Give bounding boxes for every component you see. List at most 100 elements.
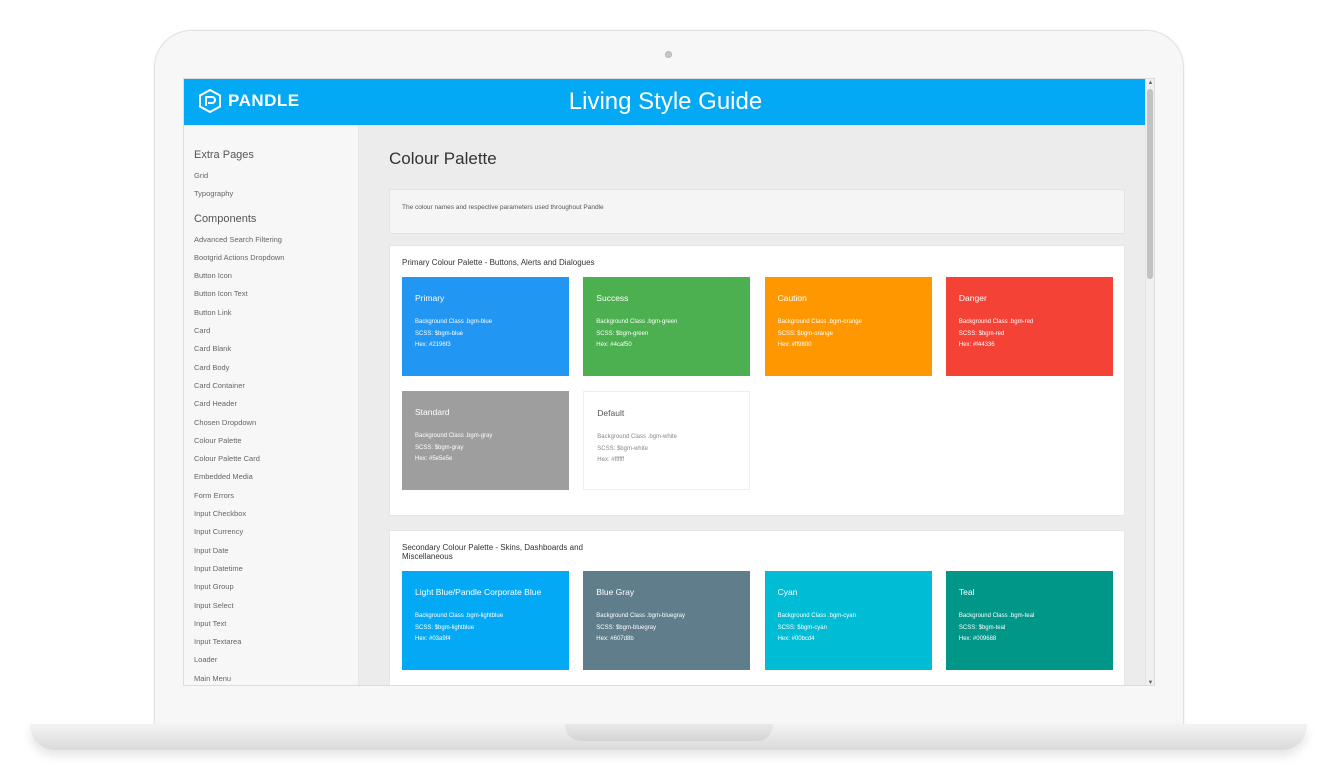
colour-swatch: Success Background Class .bgm-green SCSS: … xyxy=(583,277,751,376)
colour-swatch: Primary Background Class .bgm-blue SCSS: $… xyxy=(402,277,569,376)
primary-palette-card: Primary Colour Palette - Buttons, Alerts… xyxy=(389,245,1125,516)
sidebar-item-component[interactable]: Input Date xyxy=(194,546,358,564)
sidebar-item-component[interactable]: Button Link xyxy=(194,308,358,326)
swatch-scss: SCSS: $bgm-bluegray xyxy=(596,625,656,631)
swatch-hex: Hex: #2196f3 xyxy=(415,342,451,348)
swatch-hex: Hex: #4caf50 xyxy=(596,342,632,348)
swatch-hex: Hex: #009688 xyxy=(958,636,997,642)
sidebar-item-component[interactable]: Form Errors xyxy=(194,491,358,509)
swatch-hex: Hex: #ff9800 xyxy=(777,342,812,348)
primary-palette-title: Primary Colour Palette - Buttons, Alerts… xyxy=(402,258,595,267)
scrollbar[interactable]: ▲ ▼ xyxy=(1145,79,1154,685)
swatch-hex: Hex: #ffffff xyxy=(597,457,625,463)
scroll-down-arrow-icon[interactable]: ▼ xyxy=(1147,679,1154,685)
secondary-palette-card: Secondary Colour Palette - Skins, Dashbo… xyxy=(389,530,1125,686)
laptop-notch xyxy=(565,724,773,741)
swatch-scss: SCSS: $bgm-white xyxy=(597,446,648,452)
sidebar-item-component[interactable]: Loader xyxy=(194,655,358,673)
swatch-name: Standard xyxy=(415,407,450,417)
sidebar-item-component[interactable]: Card Container xyxy=(194,381,358,399)
intro-card: The colour names and respective paramete… xyxy=(389,189,1125,234)
sidebar-item-extra[interactable]: Grid xyxy=(194,171,358,189)
scroll-up-arrow-icon[interactable]: ▲ xyxy=(1147,79,1154,87)
swatch-name: Cyan xyxy=(777,587,798,597)
swatch-background-class: Background Class .bgm-green xyxy=(596,319,678,325)
colour-swatch: Blue Gray Background Class .bgm-bluegray S… xyxy=(583,571,751,670)
sidebar-item-component[interactable]: Button Icon Text xyxy=(194,289,358,307)
sidebar-heading-components: Components xyxy=(194,212,257,225)
swatch-scss: SCSS: $bgm-green xyxy=(596,331,649,337)
swatch-scss: SCSS: $bgm-blue xyxy=(415,331,464,337)
sidebar: Extra Pages Grid Typography Components Ad… xyxy=(184,125,359,685)
sidebar-item-component[interactable]: Input Currency xyxy=(194,527,358,545)
sidebar-item-component[interactable]: Input Select xyxy=(194,601,358,619)
swatch-background-class: Background Class .bgm-red xyxy=(958,319,1034,325)
swatch-background-class: Background Class .bgm-teal xyxy=(958,613,1035,619)
colour-swatch: Default Background Class .bgm-white SCSS: … xyxy=(583,391,751,490)
sidebar-item-component[interactable]: Card Header xyxy=(194,399,358,417)
screen: PANDLE Living Style Guide Extra Pages Gr… xyxy=(183,78,1155,686)
swatch-scss: SCSS: $bgm-lightblue xyxy=(415,625,475,631)
swatch-background-class: Background Class .bgm-blue xyxy=(415,319,493,325)
colour-swatch: Danger Background Class .bgm-red SCSS: $bg… xyxy=(945,277,1113,376)
intro-text: The colour names and respective paramete… xyxy=(402,204,604,211)
swatch-name: Blue Gray xyxy=(596,587,635,597)
sidebar-item-component[interactable]: Input Textarea xyxy=(194,637,358,655)
sidebar-item-component[interactable]: Button Icon xyxy=(194,271,358,289)
swatch-scss: SCSS: $bgm-orange xyxy=(777,331,833,337)
swatch-name: Caution xyxy=(777,293,807,303)
swatch-background-class: Background Class .bgm-bluegray xyxy=(596,613,686,619)
sidebar-item-component[interactable]: Main Menu xyxy=(194,674,358,685)
sidebar-item-extra[interactable]: Typography xyxy=(194,189,358,207)
sidebar-item-component[interactable]: Input Group xyxy=(194,582,358,600)
swatch-scss: SCSS: $bgm-cyan xyxy=(777,625,827,631)
sidebar-item-component[interactable]: Card Blank xyxy=(194,344,358,362)
swatch-name: Danger xyxy=(958,293,987,303)
swatch-hex: Hex: #f44336 xyxy=(958,342,995,348)
swatch-scss: SCSS: $bgm-red xyxy=(958,331,1005,337)
colour-swatch-partial xyxy=(765,685,932,686)
top-bar: PANDLE Living Style Guide xyxy=(184,79,1147,125)
swatch-name: Primary xyxy=(415,293,445,303)
colour-swatch: Caution Background Class .bgm-orange SCSS:… xyxy=(764,277,932,376)
swatch-background-class: Background Class .bgm-gray xyxy=(415,433,493,439)
sidebar-item-component[interactable]: Colour Palette Card xyxy=(194,454,358,472)
colour-swatch-partial xyxy=(583,685,750,686)
colour-swatch: Cyan Background Class .bgm-cyan SCSS: $bgm… xyxy=(764,571,932,670)
page-title: Colour Palette xyxy=(389,149,497,168)
sidebar-item-component[interactable]: Bootgrid Actions Dropdown xyxy=(194,253,358,271)
swatch-name: Teal xyxy=(958,587,975,597)
swatch-hex: Hex: #5e5e5e xyxy=(415,456,453,462)
swatch-scss: SCSS: $bgm-gray xyxy=(415,445,464,451)
swatch-background-class: Background Class .bgm-orange xyxy=(777,319,862,325)
page-header-title: Living Style Guide xyxy=(568,88,763,115)
sidebar-item-component[interactable]: Input Checkbox xyxy=(194,509,358,527)
sidebar-item-component[interactable]: Embedded Media xyxy=(194,472,358,490)
colour-swatch: Light Blue/Pandle Corporate Blue Backgrou… xyxy=(402,571,569,670)
sidebar-item-component[interactable]: Advanced Search Filtering xyxy=(194,235,358,253)
sidebar-heading-extra-pages: Extra Pages xyxy=(194,149,254,161)
swatch-background-class: Background Class .bgm-white xyxy=(597,434,677,440)
sidebar-item-component[interactable]: Input Datetime xyxy=(194,564,358,582)
swatch-background-class: Background Class .bgm-lightblue xyxy=(415,613,504,619)
main-content: Colour Palette The colour names and resp… xyxy=(359,125,1147,686)
sidebar-item-component[interactable]: Input Text xyxy=(194,619,358,637)
camera-icon xyxy=(665,51,672,58)
colour-swatch: Teal Background Class .bgm-teal SCSS: $bgm… xyxy=(945,571,1113,670)
swatch-name: Default xyxy=(597,408,625,418)
swatch-hex: Hex: #607d8b xyxy=(596,636,634,642)
swatch-name: Light Blue/Pandle Corporate Blue xyxy=(415,587,542,597)
swatch-name: Success xyxy=(596,293,629,303)
scroll-thumb[interactable] xyxy=(1147,89,1153,279)
secondary-palette-title: Secondary Colour Palette - Skins, Dashbo… xyxy=(402,543,583,561)
colour-swatch-partial xyxy=(402,685,569,686)
sidebar-item-component[interactable]: Card Body xyxy=(194,363,358,381)
colour-swatch: Standard Background Class .bgm-gray SCSS: … xyxy=(402,391,569,490)
swatch-background-class: Background Class .bgm-cyan xyxy=(777,613,856,619)
sidebar-item-component[interactable]: Card xyxy=(194,326,358,344)
sidebar-item-component[interactable]: Colour Palette xyxy=(194,436,358,454)
swatch-hex: Hex: #00bcd4 xyxy=(777,636,815,642)
sidebar-item-component[interactable]: Chosen Dropdown xyxy=(194,418,358,436)
swatch-hex: Hex: #03a9f4 xyxy=(415,636,451,642)
swatch-scss: SCSS: $bgm-teal xyxy=(958,625,1006,631)
